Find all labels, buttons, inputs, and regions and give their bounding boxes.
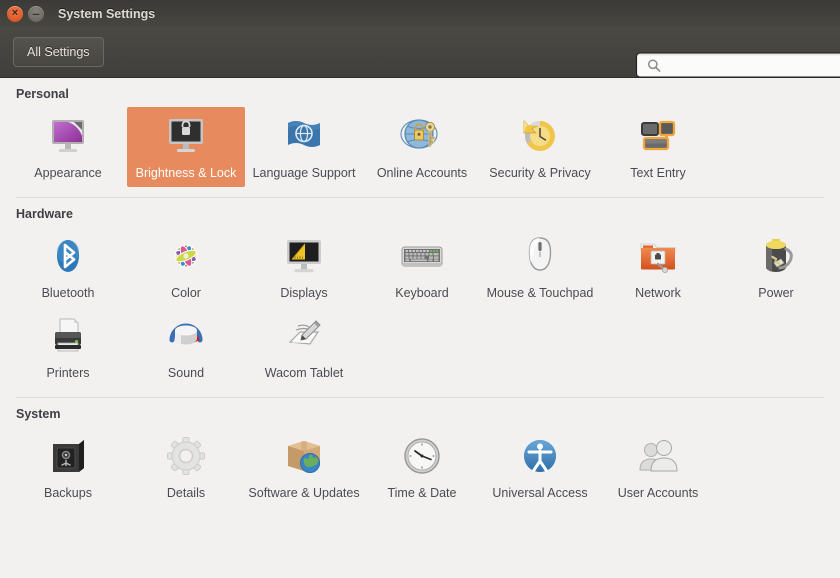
section-divider bbox=[16, 197, 824, 198]
search-box[interactable] bbox=[636, 52, 840, 78]
software-updates-icon bbox=[280, 432, 328, 480]
settings-content: Personal Appearance Brightness & Lock La… bbox=[0, 78, 840, 578]
settings-item-label: Sound bbox=[167, 366, 205, 380]
settings-item-label: User Accounts bbox=[617, 486, 699, 500]
settings-item-sound[interactable]: Sound bbox=[127, 307, 245, 387]
brightness-lock-icon bbox=[162, 112, 210, 160]
wacom-tablet-icon bbox=[280, 312, 328, 360]
window-title: System Settings bbox=[58, 6, 156, 21]
section-personal: Personal Appearance Brightness & Lock La… bbox=[0, 87, 840, 187]
settings-item-label: Color bbox=[171, 286, 201, 300]
language-support-icon bbox=[280, 112, 328, 160]
settings-item-brightness-lock[interactable]: Brightness & Lock bbox=[127, 107, 245, 187]
network-icon bbox=[634, 232, 682, 280]
grid-personal: Appearance Brightness & Lock Language Su… bbox=[0, 107, 840, 187]
settings-item-label: Displays bbox=[280, 286, 328, 300]
settings-item-universal-access[interactable]: Universal Access bbox=[481, 427, 599, 507]
details-icon bbox=[162, 432, 210, 480]
printers-icon bbox=[44, 312, 92, 360]
settings-item-mouse-touchpad[interactable]: Mouse & Touchpad bbox=[481, 227, 599, 307]
section-title-personal: Personal bbox=[16, 87, 69, 101]
settings-item-user-accounts[interactable]: User Accounts bbox=[599, 427, 717, 507]
settings-item-keyboard[interactable]: Keyboard bbox=[363, 227, 481, 307]
settings-item-label: Software & Updates bbox=[248, 486, 360, 500]
settings-item-details[interactable]: Details bbox=[127, 427, 245, 507]
keyboard-icon bbox=[398, 232, 446, 280]
search-input[interactable] bbox=[667, 58, 837, 72]
settings-item-time-date[interactable]: Time & Date bbox=[363, 427, 481, 507]
settings-item-printers[interactable]: Printers bbox=[9, 307, 127, 387]
settings-item-appearance[interactable]: Appearance bbox=[9, 107, 127, 187]
system-settings-window: × – System Settings All Settings Persona… bbox=[0, 0, 840, 578]
minimize-icon: – bbox=[32, 6, 40, 21]
settings-item-label: Mouse & Touchpad bbox=[486, 286, 594, 300]
text-entry-icon bbox=[634, 112, 682, 160]
universal-access-icon bbox=[516, 432, 564, 480]
settings-item-label: Details bbox=[166, 486, 206, 500]
settings-item-software-updates[interactable]: Software & Updates bbox=[245, 427, 363, 507]
settings-item-label: Appearance bbox=[34, 166, 102, 180]
settings-item-color[interactable]: Color bbox=[127, 227, 245, 307]
settings-item-text-entry[interactable]: Text Entry bbox=[599, 107, 717, 187]
power-icon bbox=[752, 232, 800, 280]
displays-icon bbox=[280, 232, 328, 280]
settings-item-online-accounts[interactable]: Online Accounts bbox=[363, 107, 481, 187]
all-settings-button[interactable]: All Settings bbox=[13, 37, 104, 67]
security-privacy-icon bbox=[516, 112, 564, 160]
settings-item-wacom-tablet[interactable]: Wacom Tablet bbox=[245, 307, 363, 387]
bluetooth-icon bbox=[44, 232, 92, 280]
search-icon bbox=[647, 58, 661, 72]
grid-hardware: Bluetooth Color Displays Keyboard Mouse … bbox=[0, 227, 840, 387]
grid-system: Backups Details Software & Updates Time … bbox=[0, 427, 840, 507]
settings-item-label: Wacom Tablet bbox=[264, 366, 344, 380]
settings-item-label: Keyboard bbox=[395, 286, 449, 300]
section-system: System Backups Details Software & Update… bbox=[0, 407, 840, 507]
settings-item-label: Text Entry bbox=[630, 166, 686, 180]
section-title-hardware: Hardware bbox=[16, 207, 73, 221]
settings-item-label: Security & Privacy bbox=[489, 166, 591, 180]
appearance-icon bbox=[44, 112, 92, 160]
close-button[interactable]: × bbox=[7, 5, 23, 22]
settings-item-label: Universal Access bbox=[492, 486, 588, 500]
settings-item-displays[interactable]: Displays bbox=[245, 227, 363, 307]
settings-item-label: Backups bbox=[44, 486, 92, 500]
title-bar: × – System Settings bbox=[0, 0, 840, 27]
settings-item-label: Printers bbox=[46, 366, 90, 380]
minimize-button[interactable]: – bbox=[28, 5, 44, 22]
time-date-icon bbox=[398, 432, 446, 480]
settings-item-power[interactable]: Power bbox=[717, 227, 835, 307]
section-title-system: System bbox=[16, 407, 61, 421]
online-accounts-icon bbox=[398, 112, 446, 160]
section-hardware: Hardware Bluetooth Color Displays Keyboa… bbox=[0, 207, 840, 387]
settings-item-bluetooth[interactable]: Bluetooth bbox=[9, 227, 127, 307]
settings-item-label: Power bbox=[758, 286, 794, 300]
settings-item-security-privacy[interactable]: Security & Privacy bbox=[481, 107, 599, 187]
settings-item-backups[interactable]: Backups bbox=[9, 427, 127, 507]
sound-icon bbox=[162, 312, 210, 360]
toolbar: All Settings bbox=[0, 27, 840, 78]
color-icon bbox=[162, 232, 210, 280]
settings-item-label: Network bbox=[635, 286, 681, 300]
backups-icon bbox=[44, 432, 92, 480]
user-accounts-icon bbox=[634, 432, 682, 480]
mouse-touchpad-icon bbox=[516, 232, 564, 280]
settings-item-label: Brightness & Lock bbox=[135, 166, 237, 180]
settings-item-label: Language Support bbox=[252, 166, 356, 180]
section-divider bbox=[16, 397, 824, 398]
settings-item-label: Bluetooth bbox=[41, 286, 95, 300]
settings-item-network[interactable]: Network bbox=[599, 227, 717, 307]
settings-item-label: Time & Date bbox=[387, 486, 457, 500]
settings-item-language-support[interactable]: Language Support bbox=[245, 107, 363, 187]
settings-item-label: Online Accounts bbox=[376, 166, 468, 180]
close-icon: × bbox=[11, 7, 19, 19]
